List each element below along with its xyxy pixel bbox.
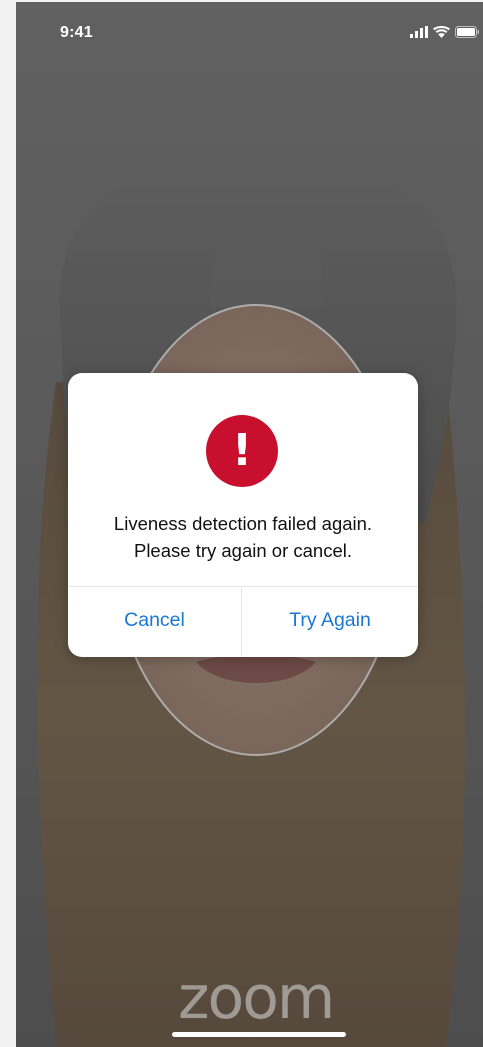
cancel-button[interactable]: Cancel — [68, 587, 241, 657]
status-time: 9:41 — [60, 24, 93, 41]
signal-icon — [410, 26, 428, 38]
try-again-button[interactable]: Try Again — [242, 587, 418, 657]
dialog-message: Liveness detection failed again. Please … — [78, 510, 408, 564]
battery-icon — [455, 26, 479, 38]
home-indicator[interactable] — [172, 1032, 346, 1037]
dialog-message-line2: Please try again or cancel. — [133, 540, 352, 561]
wifi-icon — [433, 25, 450, 38]
status-icons — [410, 25, 479, 38]
dialog-message-line1: Liveness detection failed again. — [113, 513, 373, 534]
status-bar: 9:41 — [16, 2, 483, 58]
zoom-logo: zoom — [178, 963, 335, 1033]
liveness-failed-dialog: ! Liveness detection failed again. Pleas… — [68, 373, 418, 657]
exclamation-icon: ! — [206, 415, 278, 487]
